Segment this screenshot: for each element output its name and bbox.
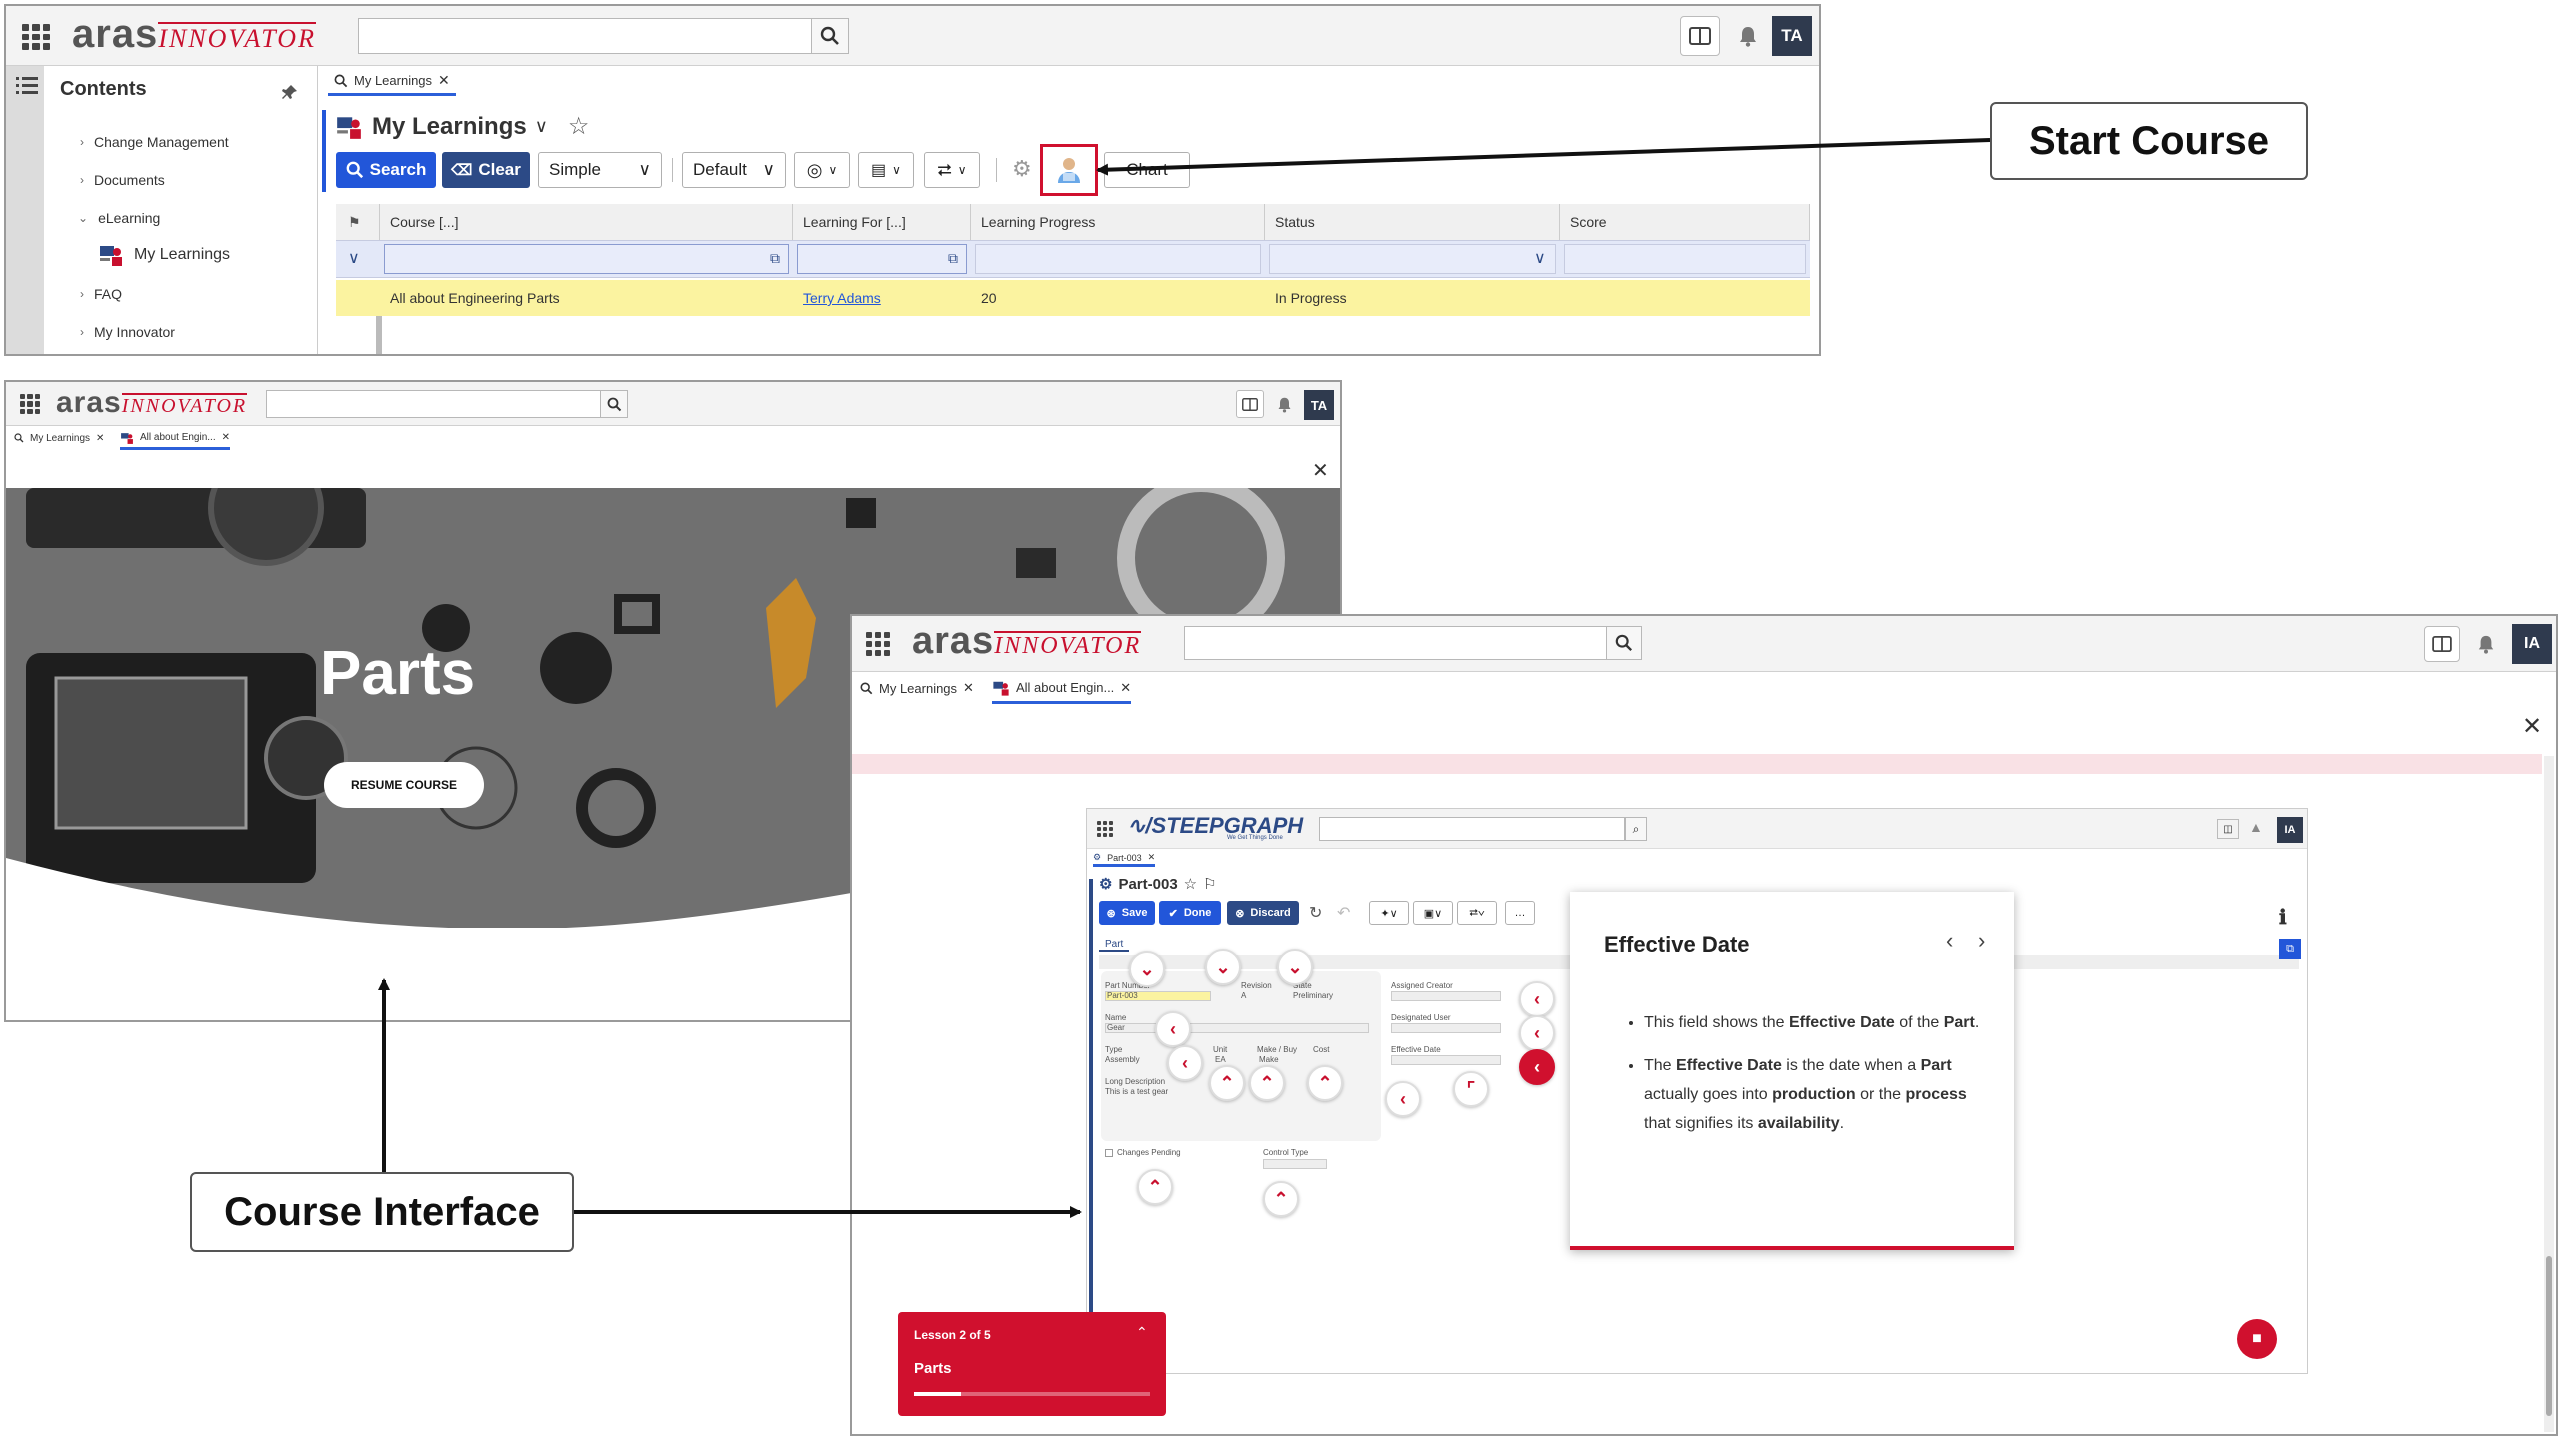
start-course-arrow <box>1096 138 1991 176</box>
course-interface-callout: Course Interface <box>190 1172 574 1252</box>
start-course-callout: Start Course <box>1990 102 2308 180</box>
